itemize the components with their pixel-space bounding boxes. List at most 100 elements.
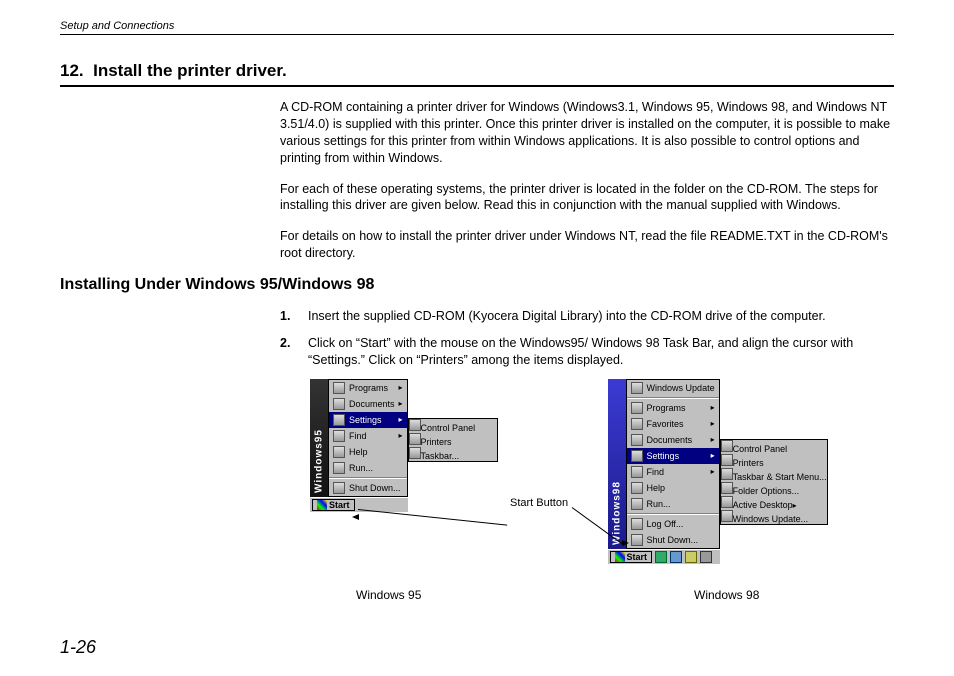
- chevron-right-icon: ▸: [399, 383, 403, 392]
- help-icon: [333, 446, 345, 458]
- menu-item-find[interactable]: Find▸: [329, 428, 407, 444]
- menu-item-run[interactable]: Run...: [329, 460, 407, 476]
- figure-win98: Windows98 Windows Update Programs▸ Favor…: [608, 379, 828, 564]
- submenu-item-taskbar[interactable]: Taskbar...: [409, 447, 497, 461]
- submenu-item-taskbar[interactable]: Taskbar & Start Menu...: [721, 468, 827, 482]
- run-icon: [631, 498, 643, 510]
- find-icon: [333, 430, 345, 442]
- separator: [627, 513, 719, 515]
- annotation-start-button: Start Button: [510, 497, 568, 509]
- start-menu-brand-bar: Windows95: [310, 379, 328, 497]
- tray-icon[interactable]: [655, 551, 667, 563]
- menu-item-documents[interactable]: Documents▸: [627, 432, 719, 448]
- programs-icon: [631, 402, 643, 414]
- start-menu: Programs▸ Documents▸ Settings▸ Find▸ Hel…: [328, 379, 408, 497]
- menu-item-documents[interactable]: Documents▸: [329, 396, 407, 412]
- chevron-right-icon: ▸: [399, 415, 403, 424]
- windows-update-icon: [631, 382, 643, 394]
- start-button[interactable]: Start: [312, 499, 355, 511]
- paragraph: A CD-ROM containing a printer driver for…: [280, 99, 894, 167]
- list-item: 1. Insert the supplied CD-ROM (Kyocera D…: [280, 308, 894, 325]
- running-header: Setup and Connections: [60, 20, 894, 35]
- control-panel-icon: [409, 419, 421, 431]
- paragraph: For details on how to install the printe…: [280, 228, 894, 262]
- menu-item-logoff[interactable]: Log Off...: [627, 516, 719, 532]
- printers-icon: [721, 454, 733, 466]
- menu-item-run[interactable]: Run...: [627, 496, 719, 512]
- tray-icon[interactable]: [700, 551, 712, 563]
- settings-icon: [333, 414, 345, 426]
- figure-captions: Windows 95 Windows 98: [310, 588, 894, 602]
- documents-icon: [333, 398, 345, 410]
- list-item: 2. Click on “Start” with the mouse on th…: [280, 335, 894, 369]
- figure-row: Windows95 Programs▸ Documents▸ Settings▸…: [310, 379, 894, 564]
- documents-icon: [631, 434, 643, 446]
- page-number: 1-26: [60, 637, 96, 658]
- chevron-right-icon: ▸: [711, 451, 715, 460]
- figure-win95: Windows95 Programs▸ Documents▸ Settings▸…: [310, 379, 498, 564]
- find-icon: [631, 466, 643, 478]
- programs-icon: [333, 382, 345, 394]
- windows-update-icon: [721, 510, 733, 522]
- taskbar: Start: [608, 549, 720, 564]
- chevron-right-icon: ▸: [711, 403, 715, 412]
- chevron-right-icon: ▸: [399, 431, 403, 440]
- menu-item-windows-update[interactable]: Windows Update: [627, 380, 719, 396]
- menu-item-programs[interactable]: Programs▸: [329, 380, 407, 396]
- tray-icon[interactable]: [685, 551, 697, 563]
- tray-icon[interactable]: [670, 551, 682, 563]
- menu-item-shutdown[interactable]: Shut Down...: [329, 480, 407, 496]
- logoff-icon: [631, 518, 643, 530]
- control-panel-icon: [721, 440, 733, 452]
- windows-logo-icon: [317, 500, 327, 510]
- menu-item-favorites[interactable]: Favorites▸: [627, 416, 719, 432]
- settings-icon: [631, 450, 643, 462]
- chevron-right-icon: ▸: [711, 467, 715, 476]
- menu-item-help[interactable]: Help: [329, 444, 407, 460]
- submenu-item-control-panel[interactable]: Control Panel: [721, 440, 827, 454]
- caption-win95: Windows 95: [310, 588, 636, 602]
- menu-item-programs[interactable]: Programs▸: [627, 400, 719, 416]
- section-number: 12.: [60, 61, 84, 80]
- start-menu: Windows Update Programs▸ Favorites▸ Docu…: [626, 379, 720, 549]
- arrow-head-icon: [352, 514, 359, 520]
- menu-item-find[interactable]: Find▸: [627, 464, 719, 480]
- start-menu-brand-bar: Windows98: [608, 379, 626, 549]
- subsection-title: Installing Under Windows 95/Windows 98: [60, 276, 894, 294]
- start-button[interactable]: Start: [610, 551, 653, 563]
- section-title: 12. Install the printer driver.: [60, 61, 894, 87]
- section-heading: Install the printer driver.: [93, 61, 287, 80]
- settings-submenu: Control Panel Printers Taskbar...: [408, 418, 498, 462]
- chevron-right-icon: ▸: [793, 501, 797, 510]
- active-desktop-icon: [721, 496, 733, 508]
- printers-icon: [409, 433, 421, 445]
- paragraph: For each of these operating systems, the…: [280, 181, 894, 215]
- submenu-item-windows-update[interactable]: Windows Update...: [721, 510, 827, 524]
- taskbar-icon: [409, 447, 421, 459]
- arrow-head-icon: [622, 540, 629, 546]
- caption-win98: Windows 98: [636, 588, 759, 602]
- menu-item-shutdown[interactable]: Shut Down...: [627, 532, 719, 548]
- shutdown-icon: [631, 534, 643, 546]
- submenu-item-control-panel[interactable]: Control Panel: [409, 419, 497, 433]
- submenu-item-printers[interactable]: Printers: [721, 454, 827, 468]
- windows-logo-icon: [615, 552, 625, 562]
- menu-item-settings[interactable]: Settings▸: [627, 448, 719, 464]
- separator: [627, 397, 719, 399]
- chevron-right-icon: ▸: [711, 435, 715, 444]
- step-number: 1.: [280, 308, 294, 325]
- intro-paragraphs: A CD-ROM containing a printer driver for…: [280, 99, 894, 262]
- submenu-item-folder-options[interactable]: Folder Options...: [721, 482, 827, 496]
- menu-item-settings[interactable]: Settings▸: [329, 412, 407, 428]
- menu-item-help[interactable]: Help: [627, 480, 719, 496]
- step-number: 2.: [280, 335, 294, 369]
- step-list: 1. Insert the supplied CD-ROM (Kyocera D…: [280, 308, 894, 369]
- step-text: Insert the supplied CD-ROM (Kyocera Digi…: [308, 308, 826, 325]
- separator: [329, 477, 407, 479]
- chevron-right-icon: ▸: [711, 419, 715, 428]
- submenu-item-printers[interactable]: Printers: [409, 433, 497, 447]
- help-icon: [631, 482, 643, 494]
- submenu-item-active-desktop[interactable]: Active Desktop▸: [721, 496, 827, 510]
- favorites-icon: [631, 418, 643, 430]
- chevron-right-icon: ▸: [399, 399, 403, 408]
